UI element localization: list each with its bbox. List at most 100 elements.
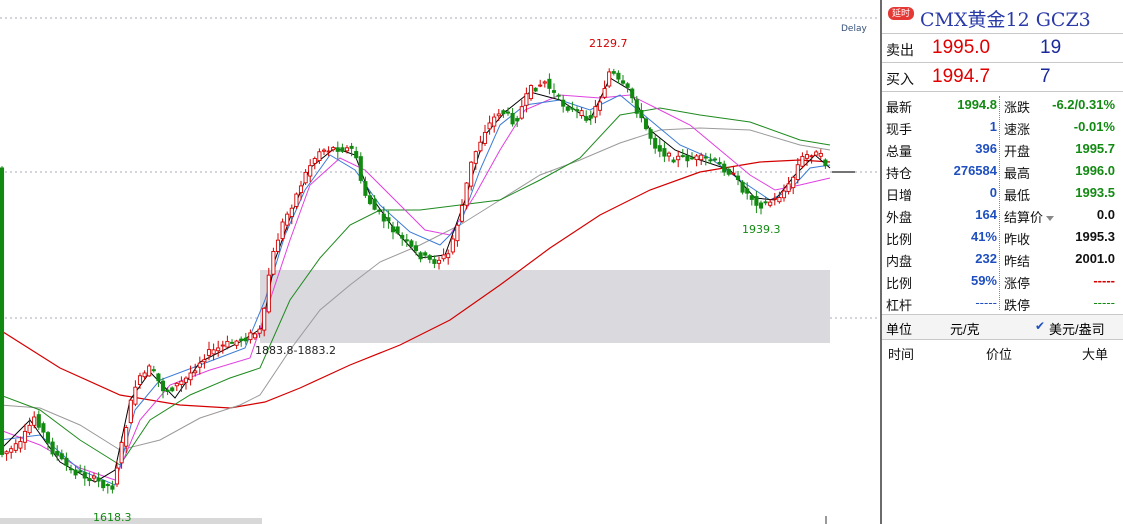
stat-value: 1995.3 xyxy=(1075,229,1115,244)
candle xyxy=(183,377,189,383)
candle xyxy=(542,81,547,84)
candlestick-chart[interactable]: Delay 2129.7 1618.3 1939.3 1883.8-1883.2 xyxy=(0,0,880,524)
candle xyxy=(533,87,538,92)
stats-row: 现手 1 速涨 -0.01% xyxy=(882,116,1123,138)
candle xyxy=(777,197,782,203)
candle xyxy=(400,234,405,239)
candle xyxy=(68,468,74,471)
unit-option-usd-per-ounce[interactable]: 美元/盎司 xyxy=(1049,319,1105,338)
sell-price: 1995.0 xyxy=(932,37,991,58)
candle xyxy=(78,470,83,473)
stat-value: -0.01% xyxy=(1073,119,1115,134)
candle xyxy=(363,181,368,196)
candle xyxy=(694,155,699,161)
candle xyxy=(354,151,359,159)
candle xyxy=(584,116,589,121)
candle xyxy=(547,78,552,89)
candle xyxy=(772,197,777,200)
header-time: 时间 xyxy=(888,347,915,362)
candle xyxy=(211,349,216,355)
candle xyxy=(294,193,299,207)
candle xyxy=(252,333,258,339)
stats-row: 比例 59% 涨停 ----- xyxy=(882,270,1123,292)
stats-row: 最新 1994.8 涨跌 -6.2/0.31% xyxy=(882,94,1123,116)
candle xyxy=(473,151,478,164)
candle xyxy=(689,157,695,160)
stat-label: 涨停 xyxy=(1004,276,1031,291)
candle xyxy=(289,207,294,217)
candle xyxy=(662,148,667,157)
stat-value: 1995.7 xyxy=(1075,141,1115,156)
candle xyxy=(685,155,690,162)
candle xyxy=(377,209,382,212)
candle xyxy=(174,382,179,387)
candle xyxy=(496,113,501,117)
check-icon[interactable]: ✔ xyxy=(1035,319,1045,333)
settlement-dropdown[interactable]: 结算价 xyxy=(1004,207,1055,226)
chart-canvas[interactable]: Delay 2129.7 1618.3 1939.3 1883.8-1883.2 xyxy=(0,0,880,524)
candle xyxy=(0,167,5,455)
candle xyxy=(257,328,262,334)
stat-value: 1993.5 xyxy=(1075,185,1115,200)
candle xyxy=(754,196,759,206)
chevron-down-icon[interactable] xyxy=(1046,216,1055,222)
candle xyxy=(441,254,446,260)
quote-stats: 最新 1994.8 涨跌 -6.2/0.31% 现手 1 速涨 -0.01% 总… xyxy=(882,92,1123,315)
candle xyxy=(344,147,350,152)
candle xyxy=(45,432,51,443)
candle xyxy=(538,84,543,87)
candle xyxy=(160,380,166,392)
candle xyxy=(745,188,750,194)
candle xyxy=(804,154,810,159)
stat-label: 最高 xyxy=(1004,166,1031,181)
candle xyxy=(593,106,598,118)
candle xyxy=(4,451,9,455)
stat-value: 1996.0 xyxy=(1075,163,1115,178)
candle xyxy=(128,399,133,424)
stats-row: 外盘 164 结算价 0.0 xyxy=(882,204,1123,226)
candle xyxy=(193,370,198,374)
candle xyxy=(818,153,823,157)
candle xyxy=(105,484,110,487)
candle xyxy=(335,147,340,152)
stat-label: 结算价 xyxy=(1004,210,1044,225)
unit-option-yuan-per-gram[interactable]: 元/克 xyxy=(950,319,980,338)
stat-value: -6.2/0.31% xyxy=(1052,97,1115,112)
candle xyxy=(524,93,529,106)
candle xyxy=(124,427,129,447)
candle xyxy=(823,159,828,167)
sell-label: 卖出 xyxy=(886,42,914,58)
candle xyxy=(671,159,676,163)
stat-value: 164 xyxy=(975,207,997,222)
candle xyxy=(611,71,616,74)
candle xyxy=(239,338,244,342)
buy-label: 买入 xyxy=(886,71,914,87)
candle xyxy=(519,106,524,119)
buy-price: 1994.7 xyxy=(932,66,991,87)
stats-row: 杠杆 ----- 跌停 ----- xyxy=(882,292,1123,314)
candle xyxy=(574,109,580,112)
buy-volume: 7 xyxy=(1040,66,1051,87)
candle xyxy=(381,213,386,222)
stats-row: 总量 396 开盘 1995.7 xyxy=(882,138,1123,160)
candle xyxy=(312,158,317,164)
candle xyxy=(699,154,704,161)
buy-row: 买入 1994.7 7 xyxy=(882,63,1123,92)
candle xyxy=(607,71,612,87)
trades-header: 时间 价位 大单 xyxy=(882,340,1123,364)
candle xyxy=(234,340,239,346)
candle xyxy=(101,480,106,489)
sell-row: 卖出 1995.0 19 xyxy=(882,34,1123,63)
candle xyxy=(436,259,442,264)
candle xyxy=(321,149,327,152)
candle xyxy=(717,161,722,165)
stat-label: 现手 xyxy=(886,122,913,137)
candle xyxy=(579,110,584,116)
candle xyxy=(22,430,28,443)
candle xyxy=(50,441,55,455)
candle xyxy=(763,201,768,204)
candle xyxy=(243,337,248,342)
low-label: 1618.3 xyxy=(93,511,132,524)
stat-value: 232 xyxy=(975,251,997,266)
candle xyxy=(147,365,152,377)
